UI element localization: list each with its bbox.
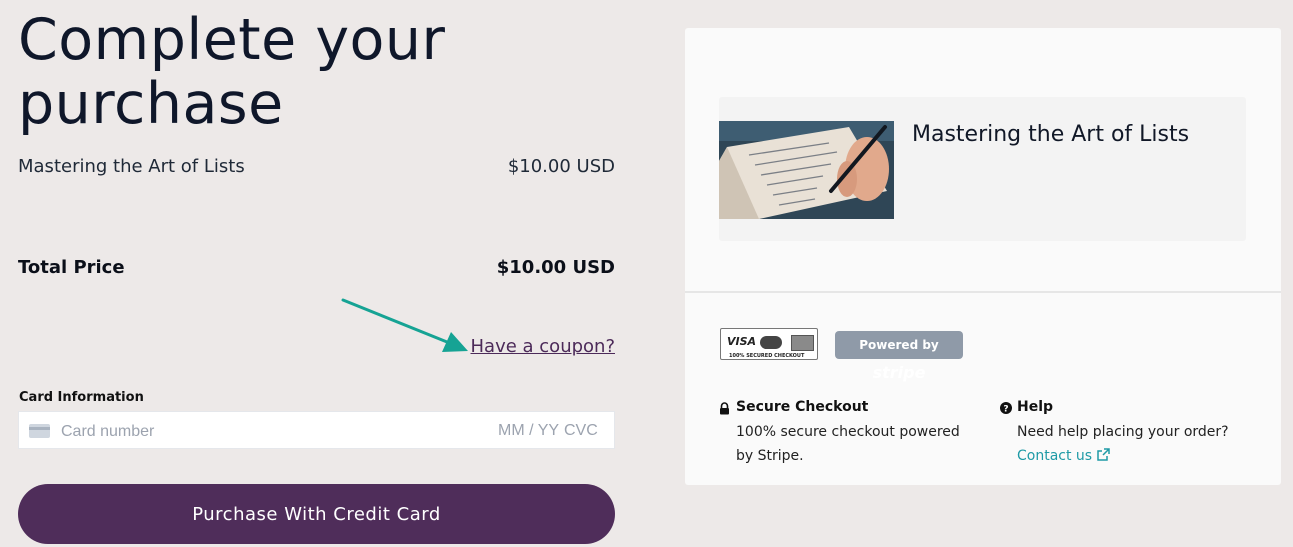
accepted-cards-badge: VISA 100% SECURED CHECKOUT	[720, 328, 818, 360]
external-link-icon	[1096, 448, 1110, 461]
stripe-logo: stripe	[872, 363, 926, 382]
cvc-input[interactable]: CVC	[564, 422, 598, 440]
order-summary-panel: Mastering the Art of Lists VISA 100% SEC…	[685, 28, 1281, 485]
stripe-prefix: Powered by	[859, 338, 939, 352]
help-title: Help	[1017, 399, 1054, 415]
amex-icon	[791, 335, 814, 351]
product-image	[719, 121, 894, 219]
card-input-group: MM / YY CVC	[18, 411, 615, 449]
page-title-text: Complete your purchase	[18, 7, 446, 137]
arrow-annotation	[341, 298, 468, 352]
checkout-form: Complete your purchase Mastering the Art…	[18, 0, 615, 547]
line-item-price: $10.00 USD	[507, 156, 615, 177]
line-item-name: Mastering the Art of Lists	[18, 156, 245, 177]
secure-checkout-text: 100% secure checkout powered by Stripe.	[736, 424, 960, 464]
product-card: Mastering the Art of Lists	[719, 97, 1246, 241]
contact-us-link[interactable]: Contact us	[1017, 448, 1110, 464]
svg-text:?: ?	[1003, 405, 1008, 415]
contact-us-label: Contact us	[1017, 448, 1093, 464]
card-number-input[interactable]	[59, 420, 363, 444]
secured-checkout-text: 100% SECURED CHECKOUT	[729, 353, 805, 359]
coupon-link[interactable]: Have a coupon?	[471, 336, 615, 357]
page-title: Complete your purchase	[18, 8, 458, 136]
total-row: Total Price $10.00 USD	[18, 257, 615, 278]
purchase-button[interactable]: Purchase With Credit Card	[18, 484, 615, 544]
product-name: Mastering the Art of Lists	[912, 122, 1190, 147]
mastercard-icon	[760, 336, 782, 349]
visa-logo: VISA	[727, 335, 757, 348]
expiry-input[interactable]: MM / YY	[498, 422, 559, 440]
total-price: $10.00 USD	[496, 257, 615, 278]
help-text: Need help placing your order?	[1017, 424, 1229, 440]
summary-divider	[685, 291, 1281, 293]
card-information-label: Card Information	[19, 390, 144, 405]
line-item: Mastering the Art of Lists $10.00 USD	[18, 156, 615, 177]
question-circle-icon: ?	[1000, 402, 1012, 414]
lock-icon	[720, 402, 729, 415]
secure-checkout-title: Secure Checkout	[736, 399, 869, 415]
powered-by-stripe-badge: Powered by stripe	[835, 331, 963, 382]
help-text-block: Need help placing your order? Contact us	[1017, 420, 1257, 468]
total-label: Total Price	[18, 257, 125, 278]
credit-card-icon	[29, 424, 50, 438]
